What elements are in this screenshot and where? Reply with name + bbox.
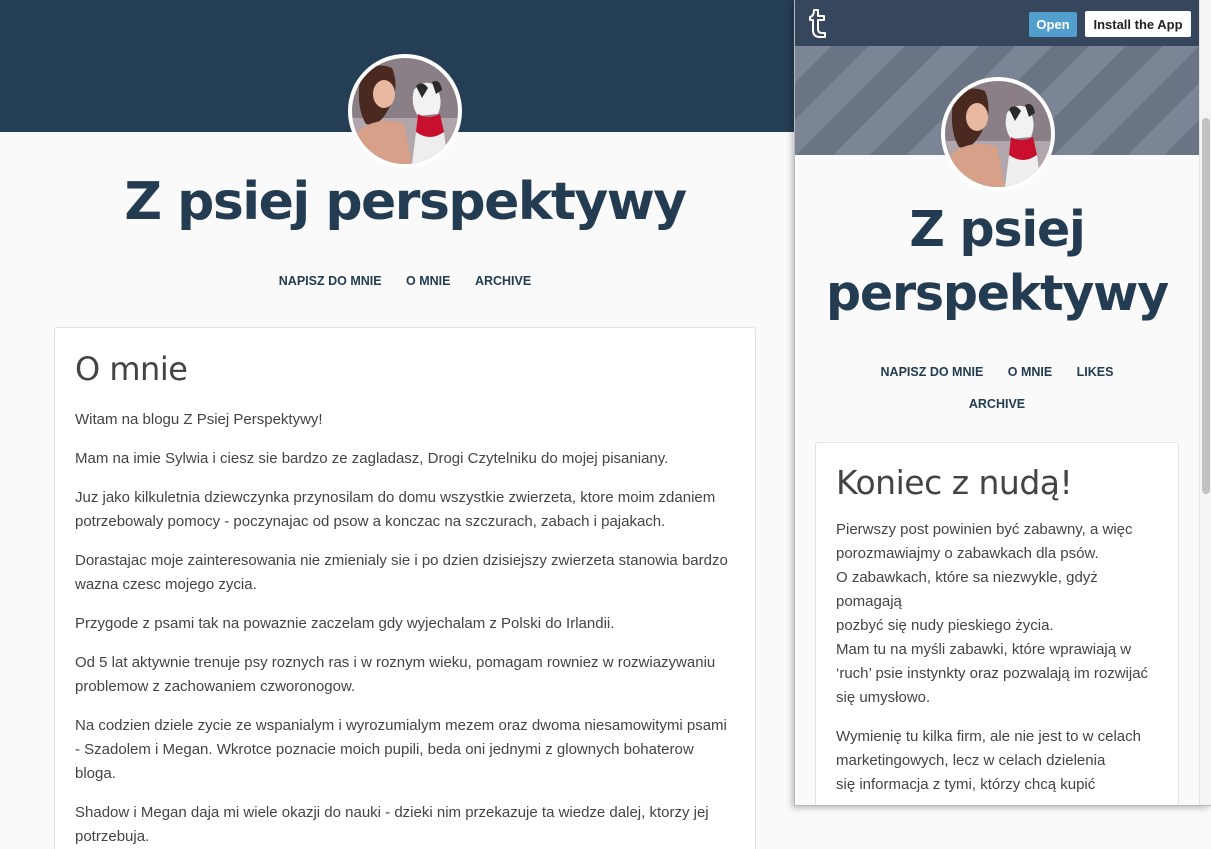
preview-blog-title: Z psiej perspektywy [795, 198, 1199, 326]
blog-title: Z psiej perspektywy [124, 172, 687, 232]
text-line: pozbyć się nudy pieskiego życia. [836, 617, 1054, 634]
post-paragraph: Mam na imie Sylwia i ciesz sie bardzo ze… [75, 450, 669, 467]
mobile-preview-panel: Open Install the App Z psiej perspektywy… [794, 0, 1211, 806]
preview-title-line: perspektywy [826, 265, 1169, 322]
preview-title-line: Z psiej [909, 201, 1085, 258]
nav-likes[interactable]: LIKES [1077, 357, 1114, 388]
preview-blog-avatar[interactable] [941, 77, 1055, 191]
post-paragraph: Od 5 lat aktywnie trenuje psy roznych ra… [75, 654, 716, 695]
post-paragraph: Juz jako kilkuletnia dziewczynka przynos… [75, 489, 716, 530]
blog-avatar[interactable] [348, 54, 462, 168]
post-title: O mnie [75, 350, 188, 388]
post-paragraph: Shadow i Megan daja mi wiele okazji do n… [75, 804, 709, 845]
app-top-bar: Open Install the App [795, 0, 1199, 46]
post-paragraph: Witam na blogu Z Psiej Perspektywy! [75, 411, 323, 428]
preview-nav: NAPISZ DO MNIE O MNIE LIKES ARCHIVE [795, 356, 1199, 420]
nav-about-me[interactable]: O MNIE [1008, 357, 1052, 388]
preview-post-paragraph: Pierwszy post powinien być zabawny, a wi… [836, 518, 1158, 710]
nav-archive[interactable]: ARCHIVE [969, 389, 1025, 420]
text-line: marketingowych, lecz w celach dzielenia [836, 752, 1106, 769]
text-line: ‘ruch’ psie instynkty oraz pozwalają im … [836, 665, 1149, 682]
post-paragraph: Na codzien dziele zycie ze wspanialym i … [75, 717, 727, 782]
text-line: Wymienię tu kilka firm, ale nie jest to … [836, 728, 1141, 745]
text-line: się informacja z tymi, którzy chcą kupić [836, 776, 1096, 793]
nav-about-me[interactable]: O MNIE [406, 274, 450, 288]
text-line: pomagają [836, 593, 902, 610]
open-in-app-button[interactable]: Open [1029, 12, 1077, 37]
avatar-woman-with-dog-icon [945, 81, 1051, 187]
text-line: Mam tu na myśli zabawki, które wprawiają… [836, 641, 1132, 658]
preview-post-paragraph: Wymienię tu kilka firm, ale nie jest to … [836, 725, 1158, 797]
blog-nav: NAPISZ DO MNIE O MNIE ARCHIVE [0, 272, 810, 290]
scrollbar-thumb[interactable] [1202, 118, 1210, 494]
preview-scrollbar[interactable] [1199, 0, 1211, 805]
install-app-button[interactable]: Install the App [1085, 11, 1191, 37]
preview-post-card: Koniec z nudą! Pierwszy post powinien by… [815, 442, 1179, 805]
nav-write-to-me[interactable]: NAPISZ DO MNIE [279, 274, 382, 288]
nav-archive[interactable]: ARCHIVE [475, 274, 531, 288]
post-paragraph: Przygode z psami tak na powaznie zaczela… [75, 615, 615, 632]
text-line: O zabawkach, które sa niezwykle, gdyż [836, 569, 1098, 586]
preview-post-title: Koniec z nudą! [836, 463, 1073, 502]
text-line: się umysłowo. [836, 689, 931, 706]
text-line: porozmawiajmy o zabawkach dla psów. [836, 545, 1099, 562]
post-card: O mnie Witam na blogu Z Psiej Perspektyw… [54, 327, 756, 849]
nav-write-to-me[interactable]: NAPISZ DO MNIE [881, 357, 984, 388]
post-paragraph: Dorastajac moje zainteresowania nie zmie… [75, 552, 728, 593]
text-line: Pierwszy post powinien być zabawny, a wi… [836, 521, 1133, 538]
tumblr-t-icon[interactable] [805, 7, 831, 39]
avatar-woman-with-dog-icon [352, 58, 458, 164]
